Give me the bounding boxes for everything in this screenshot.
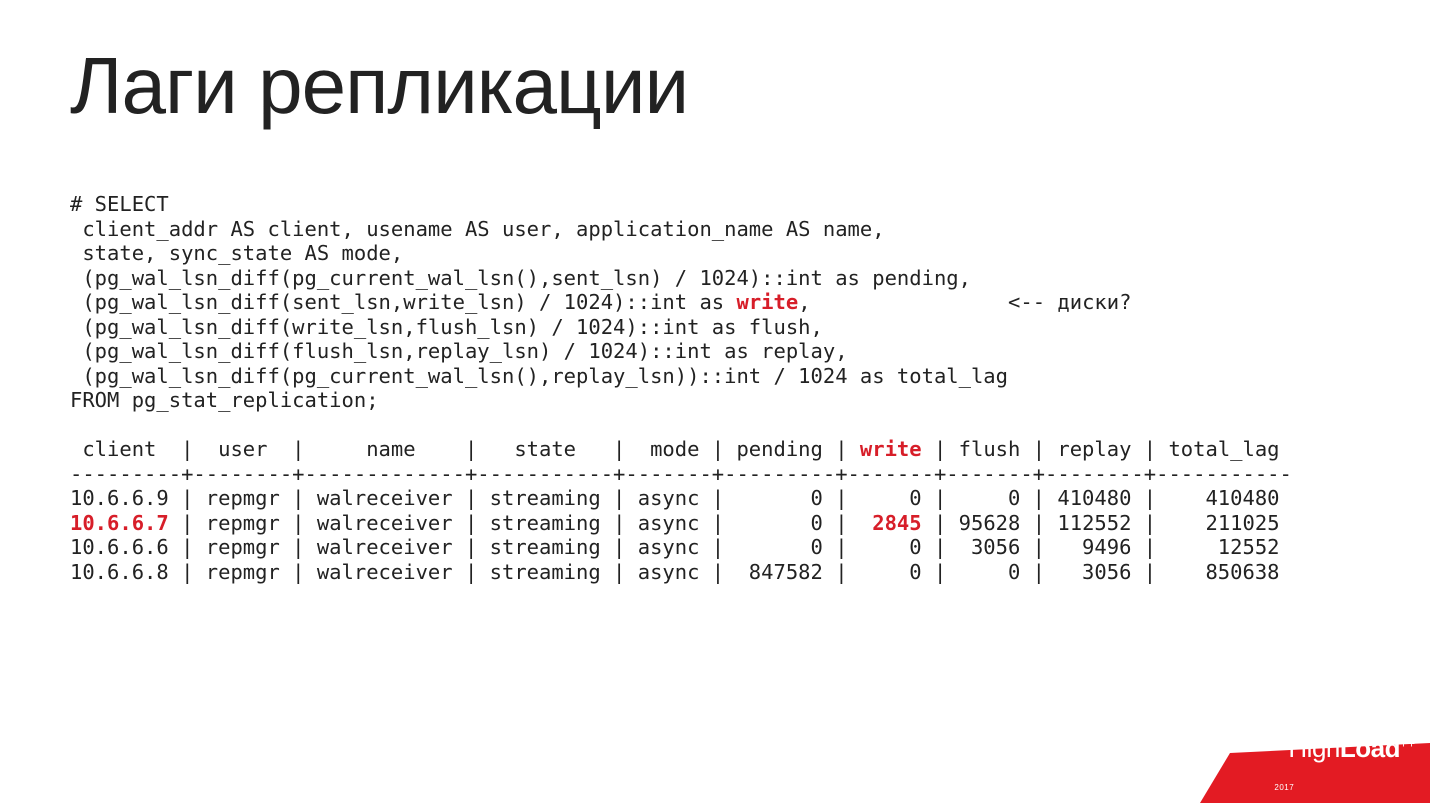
- table-row: 10.6.6.6 | repmgr | walreceiver | stream…: [70, 535, 1280, 559]
- sql-line-part: (pg_wal_lsn_diff(sent_lsn,write_lsn) / 1…: [70, 290, 736, 314]
- table-row: 10.6.6.9 | repmgr | walreceiver | stream…: [70, 486, 1280, 510]
- highlight-write: write: [736, 290, 798, 314]
- table-row: 10.6.6.8 | repmgr | walreceiver | stream…: [70, 560, 1280, 584]
- sql-line: (pg_wal_lsn_diff(pg_current_wal_lsn(),se…: [70, 266, 971, 290]
- table-header-part: client | user | name | state | mode | pe…: [70, 437, 860, 461]
- logo-year: 2017: [1274, 783, 1294, 792]
- logo-bold: Load: [1340, 733, 1400, 763]
- sql-line: FROM pg_stat_replication;: [70, 388, 379, 412]
- sql-line: state, sync_state AS mode,: [70, 241, 403, 265]
- sql-line: (pg_wal_lsn_diff(pg_current_wal_lsn(),re…: [70, 364, 1008, 388]
- sql-query-block: # SELECT client_addr AS client, usename …: [70, 192, 1360, 584]
- table-row-part: | repmgr | walreceiver | streaming | asy…: [169, 511, 873, 535]
- sql-line: # SELECT: [70, 192, 169, 216]
- highload-logo: HighLoad++2017: [1200, 743, 1430, 803]
- highlight-write-col: write: [860, 437, 922, 461]
- table-separator: ---------+--------+-------------+-------…: [70, 462, 1292, 486]
- slide: Лаги репликации # SELECT client_addr AS …: [0, 0, 1430, 803]
- table-header-part: | flush | replay | total_lag: [922, 437, 1280, 461]
- highlight-client: 10.6.6.7: [70, 511, 169, 535]
- sql-line-part: , <-- диски?: [798, 290, 1131, 314]
- sql-line: client_addr AS client, usename AS user, …: [70, 217, 885, 241]
- logo-thin: High: [1288, 733, 1339, 763]
- sql-line: (pg_wal_lsn_diff(flush_lsn,replay_lsn) /…: [70, 339, 848, 363]
- logo-plus: ++: [1400, 736, 1416, 750]
- slide-title: Лаги репликации: [70, 40, 1360, 132]
- logo-text: HighLoad++2017: [1288, 733, 1416, 795]
- highlight-write-val: 2845: [872, 511, 921, 535]
- sql-line: (pg_wal_lsn_diff(write_lsn,flush_lsn) / …: [70, 315, 823, 339]
- table-row-part: | 95628 | 112552 | 211025: [922, 511, 1280, 535]
